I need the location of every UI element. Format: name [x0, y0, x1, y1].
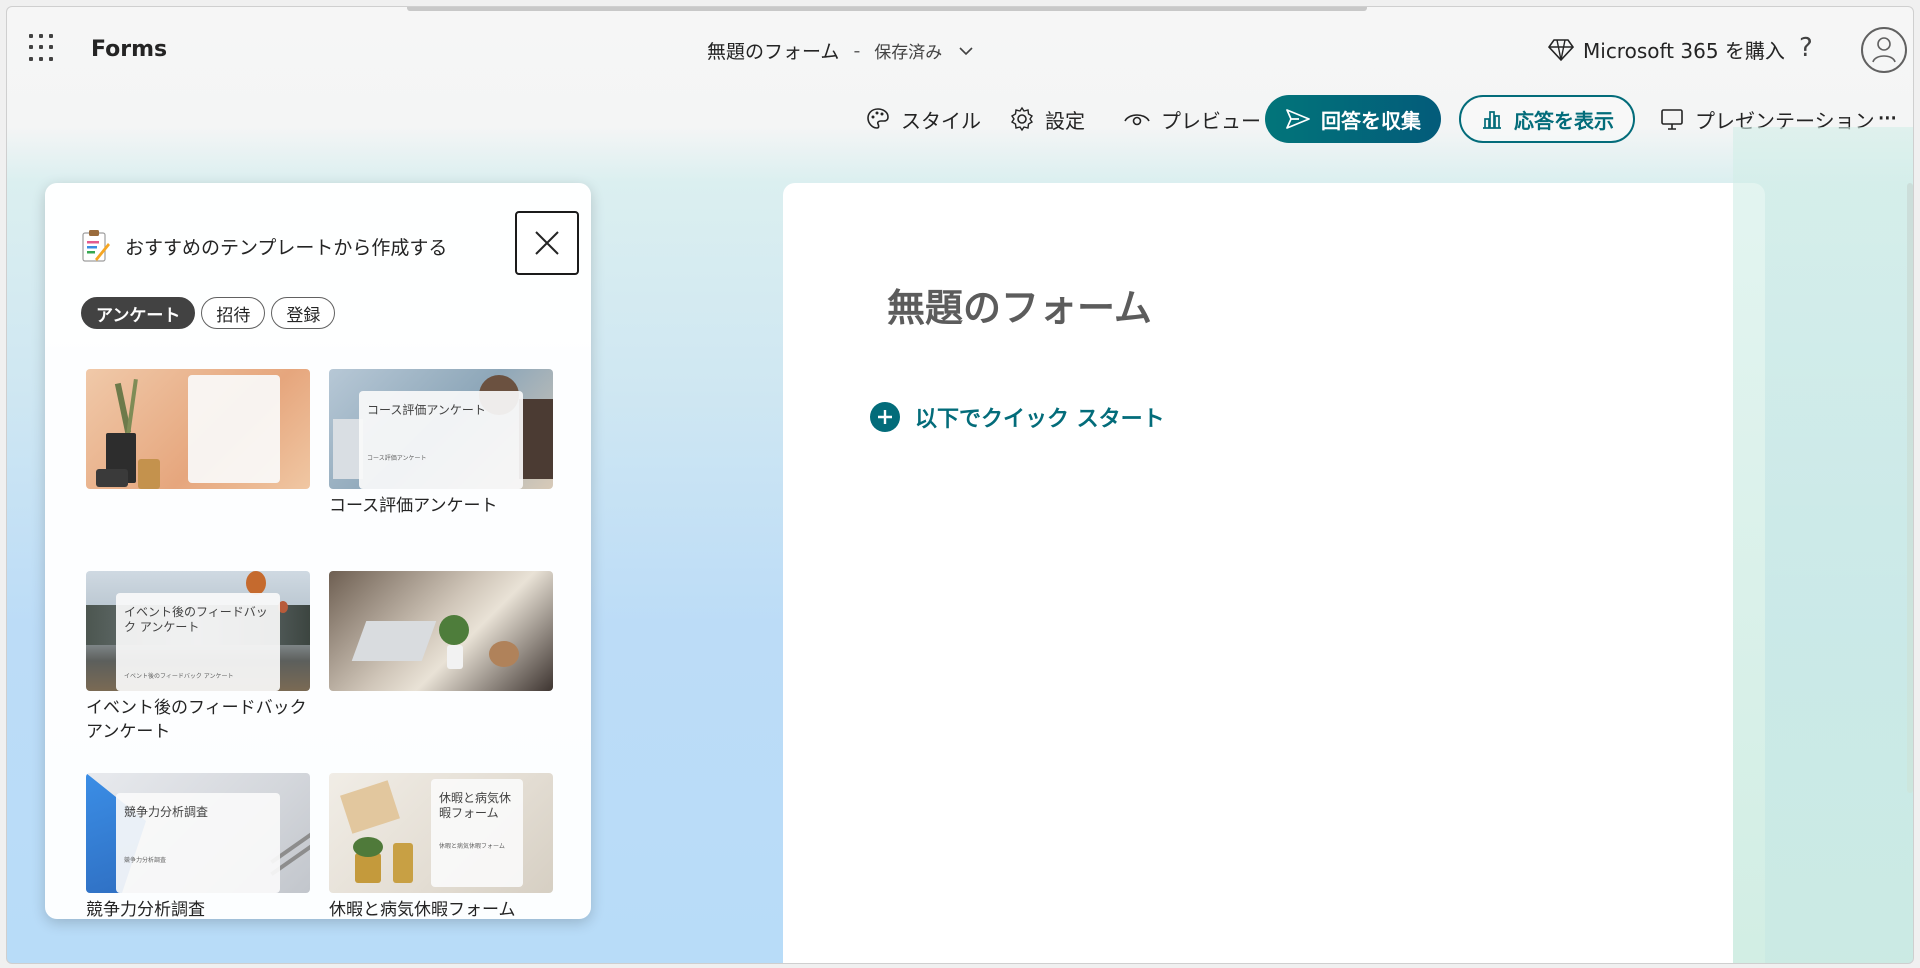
thumbnail-title: イベント後のフィードバック アンケート [124, 605, 268, 634]
template-thumbnail: 休暇と病気休暇フォーム 休暇と病気休暇フォーム [329, 773, 553, 893]
eye-icon [1124, 114, 1150, 126]
style-button[interactable]: スタイル [865, 95, 981, 143]
save-status: 保存済み [874, 43, 943, 63]
help-icon[interactable]: ? [1799, 33, 1813, 63]
template-card-competitive-analysis[interactable]: 競争力分析調査 競争力分析調査 競争力分析調査 [86, 773, 310, 919]
presentation-icon [1661, 109, 1683, 130]
preview-label: プレビュー [1161, 108, 1261, 133]
more-options-button[interactable]: ··· [1877, 95, 1898, 143]
template-panel-title: おすすめのテンプレートから作成する [125, 236, 448, 259]
person-icon [1872, 37, 1896, 63]
buy-label: Microsoft 365 を購入 [1583, 39, 1785, 63]
app-name[interactable]: Forms [91, 37, 167, 62]
quick-start-button[interactable]: 以下でクイック スタート [869, 401, 1165, 433]
thumbnail-subtitle: 休暇と病気休暇フォーム [439, 843, 505, 850]
presentation-button[interactable]: プレゼンテーション [1659, 95, 1875, 143]
template-thumbnail [86, 369, 310, 489]
template-category-chips: アンケート 招待 登録 [81, 297, 336, 329]
template-thumbnail: イベント後のフィードバック アンケート イベント後のフィードバック アンケート [86, 571, 310, 691]
thumbnail-title: コース評価アンケート [367, 403, 486, 417]
quick-start-label: 以下でクイック スタート [915, 407, 1165, 432]
document-title: 無題のフォーム [707, 41, 840, 63]
template-thumbnail: 競争力分析調査 競争力分析調査 [86, 773, 310, 893]
chip-registration[interactable]: 登録 [271, 297, 336, 329]
buy-microsoft365-button[interactable]: Microsoft 365 を購入 [1547, 35, 1785, 64]
chevron-down-icon [959, 46, 973, 55]
template-thumbnail: コース評価アンケート コース評価アンケート [329, 369, 553, 489]
chip-survey[interactable]: アンケート [81, 297, 196, 329]
preview-button[interactable]: プレビュー [1123, 95, 1261, 143]
template-card-label: イベント後のフィードバック アンケート [86, 698, 307, 742]
account-avatar[interactable] [1861, 27, 1907, 73]
bar-chart-icon [1483, 111, 1501, 129]
title-separator: - [853, 39, 861, 62]
forms-app-window: Forms 無題のフォーム - 保存済み Microsoft 365 を購入 ? [6, 6, 1914, 964]
close-icon [535, 231, 559, 255]
app-header: Forms 無題のフォーム - 保存済み Microsoft 365 を購入 ? [7, 7, 1913, 91]
collect-label: 回答を収集 [1321, 108, 1421, 133]
template-panel-header: おすすめのテンプレートから作成する [81, 229, 447, 263]
template-card-label: 休暇と病気休暇フォーム [329, 900, 516, 919]
template-card-blank[interactable] [86, 369, 310, 495]
diamond-icon [1547, 38, 1575, 61]
clipboard-pen-icon [82, 230, 110, 262]
template-card-event-feedback[interactable]: イベント後のフィードバック アンケート イベント後のフィードバック アンケート … [86, 571, 310, 745]
responses-label: 応答を表示 [1514, 108, 1614, 133]
document-title-menu[interactable]: 無題のフォーム - 保存済み [707, 37, 976, 64]
view-responses-button[interactable]: 応答を表示 [1459, 95, 1635, 143]
thumbnail-title: 競争力分析調査 [124, 805, 209, 819]
template-card-label: 競争力分析調査 [86, 900, 205, 919]
template-panel: おすすめのテンプレートから作成する アンケート 招待 登録 コース評価アンケート… [45, 183, 591, 919]
form-title[interactable]: 無題のフォーム [887, 277, 1152, 332]
settings-button[interactable]: 設定 [1009, 95, 1085, 143]
thumbnail-subtitle: イベント後のフィードバック アンケート [124, 673, 234, 680]
template-card-course-evaluation[interactable]: コース評価アンケート コース評価アンケート コース評価アンケート [329, 369, 553, 519]
page-scrollbar[interactable] [1907, 183, 1913, 793]
close-panel-button[interactable] [515, 211, 579, 275]
template-card-label: コース評価アンケート [329, 496, 498, 516]
collect-responses-button[interactable]: 回答を収集 [1265, 95, 1441, 143]
settings-label: 設定 [1045, 108, 1085, 133]
template-card-meeting[interactable] [329, 571, 553, 697]
chip-invitation[interactable]: 招待 [201, 297, 266, 329]
style-label: スタイル [901, 108, 981, 133]
palette-icon [867, 108, 889, 129]
template-card-leave-request[interactable]: 休暇と病気休暇フォーム 休暇と病気休暇フォーム 休暇と病気休暇フォーム [329, 773, 553, 919]
thumbnail-subtitle: 競争力分析調査 [124, 857, 167, 864]
template-thumbnail [329, 571, 553, 691]
thumbnail-subtitle: コース評価アンケート [367, 455, 427, 462]
form-canvas: 無題のフォーム 以下でクイック スタート [783, 183, 1765, 963]
gear-icon [1011, 106, 1033, 132]
app-launcher-icon[interactable] [29, 34, 57, 62]
thumbnail-title: 休暇と病気休暇フォーム [439, 791, 512, 820]
send-icon [1286, 109, 1310, 129]
presentation-label: プレゼンテーション [1695, 108, 1875, 133]
add-circle-icon [870, 402, 900, 432]
